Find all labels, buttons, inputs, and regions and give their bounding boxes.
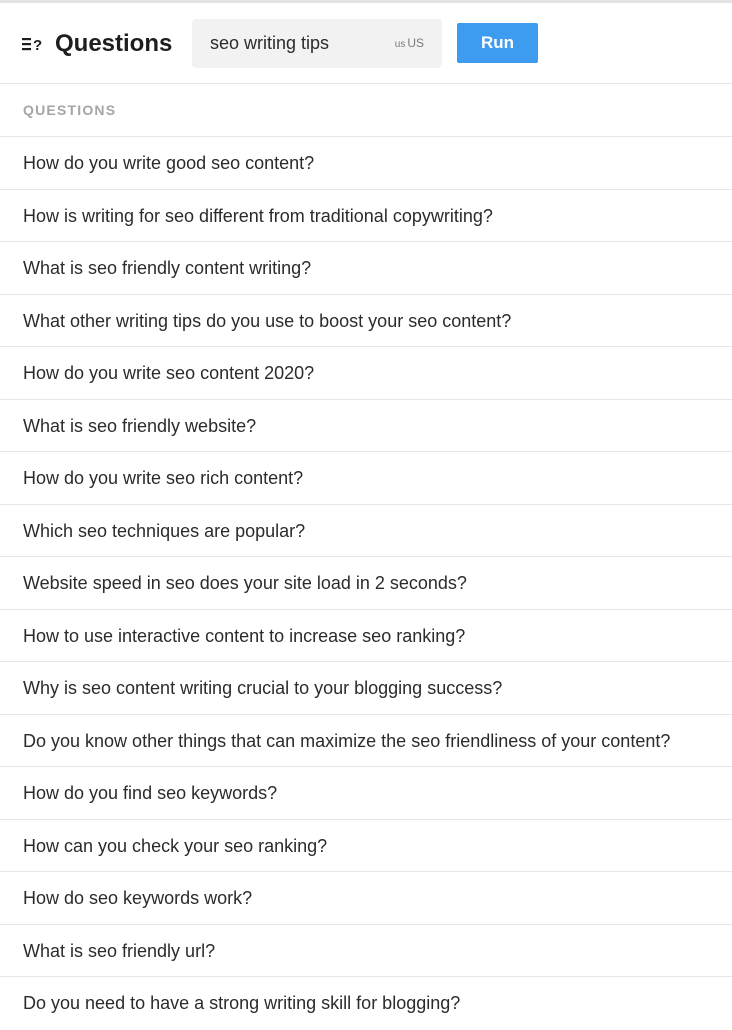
question-item[interactable]: Do you need to have a strong writing ski…	[0, 977, 732, 1030]
question-text: Why is seo content writing crucial to yo…	[23, 678, 503, 698]
svg-text:?: ?	[33, 37, 42, 53]
question-item[interactable]: How do seo keywords work?	[0, 872, 732, 925]
question-item[interactable]: How do you find seo keywords?	[0, 767, 732, 820]
question-item[interactable]: How do you write seo rich content?	[0, 452, 732, 505]
page-title: Questions	[55, 30, 173, 57]
question-item[interactable]: Do you know other things that can maximi…	[0, 715, 732, 767]
question-text: Website speed in seo does your site load…	[23, 573, 467, 593]
question-text: How do you write seo content 2020?	[23, 363, 315, 383]
us-flag-icon: us	[394, 39, 406, 50]
question-item[interactable]: What is seo friendly url?	[0, 925, 732, 977]
question-text: How can you check your seo ranking?	[23, 835, 328, 856]
question-item[interactable]: Which seo techniques are popular?	[0, 505, 732, 557]
search-input[interactable]	[192, 19, 382, 68]
question-item[interactable]: How to use interactive content to increa…	[0, 610, 732, 662]
section-heading: QUESTIONS	[0, 84, 732, 137]
question-item[interactable]: How is writing for seo different from tr…	[0, 190, 732, 242]
question-item[interactable]: What is seo friendly content writing?	[0, 242, 732, 295]
question-item[interactable]: What is seo friendly website?	[0, 400, 732, 452]
question-item[interactable]: What other writing tips do you use to bo…	[0, 295, 732, 347]
question-text: What is seo friendly website?	[23, 415, 257, 436]
question-text: How do seo keywords work?	[23, 888, 253, 908]
question-item[interactable]: How do you write seo content 2020?	[0, 347, 732, 400]
question-text: How to use interactive content to increa…	[23, 625, 466, 646]
question-item[interactable]: How can you check your seo ranking?	[0, 820, 732, 872]
question-text: How do you write good seo content?	[23, 153, 315, 173]
question-item[interactable]: Website speed in seo does your site load…	[0, 557, 732, 610]
locale-code: US	[407, 36, 424, 50]
question-text: Do you need to have a strong writing ski…	[23, 993, 461, 1013]
question-text: Which seo techniques are popular?	[23, 520, 306, 541]
question-text: How do you write seo rich content?	[23, 468, 304, 488]
locale-selector[interactable]: us US	[395, 36, 424, 52]
question-text: What other writing tips do you use to bo…	[23, 310, 512, 331]
question-item[interactable]: How do you write good seo content?	[0, 137, 732, 190]
question-text: How do you find seo keywords?	[23, 783, 278, 803]
header: ? Questions usUS Run	[0, 3, 732, 84]
question-text: What is seo friendly content writing?	[23, 258, 312, 278]
question-text: How is writing for seo different from tr…	[23, 205, 493, 226]
search-box[interactable]: usUS	[192, 19, 442, 68]
question-text: Do you know other things that can maximi…	[23, 730, 671, 751]
questions-list-icon: ?	[22, 37, 42, 53]
question-text: What is seo friendly url?	[23, 940, 216, 961]
question-list: How do you write good seo content? How i…	[0, 137, 732, 1030]
question-item[interactable]: Why is seo content writing crucial to yo…	[0, 662, 732, 715]
run-button[interactable]: Run	[457, 23, 538, 63]
section-heading-label: QUESTIONS	[23, 102, 117, 118]
